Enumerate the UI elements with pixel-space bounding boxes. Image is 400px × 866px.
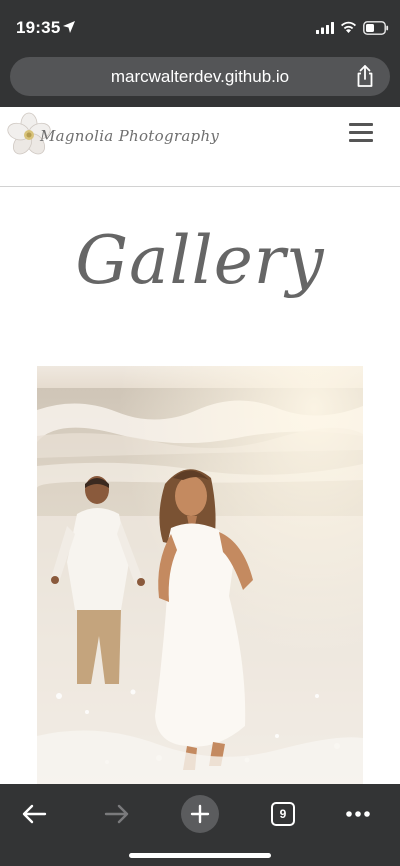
wifi-icon [341,21,356,33]
url-text: marcwalterdev.github.io [110,67,290,86]
site-header: Magnolia Photography [0,107,400,187]
cellular-signal-icon [316,22,334,34]
browser-top-chrome: 19:35 marcwalterdev.github.io [0,0,400,107]
address-bar[interactable]: marcwalterdev.github.io [10,57,390,96]
location-arrow-icon [63,21,75,33]
home-indicator[interactable] [129,853,271,858]
tabs-button[interactable]: 9 [261,792,305,836]
back-button[interactable] [12,792,56,836]
forward-button[interactable] [95,792,139,836]
new-tab-button[interactable] [178,792,222,836]
share-icon[interactable] [354,64,376,88]
battery-icon [363,21,389,35]
hamburger-menu-icon[interactable] [349,123,373,143]
more-button[interactable] [336,792,380,836]
back-arrow-icon [22,804,47,824]
status-time: 19:35 [16,18,61,37]
page-title: Gallery [75,222,325,299]
gallery-photo[interactable] [37,366,363,784]
site-logo-text[interactable]: Magnolia Photography [40,127,219,145]
plus-icon [181,795,219,833]
forward-arrow-icon [104,804,129,824]
couple-on-beach-photo [37,366,363,784]
tab-count: 9 [271,802,295,826]
more-dots-icon [346,811,370,817]
